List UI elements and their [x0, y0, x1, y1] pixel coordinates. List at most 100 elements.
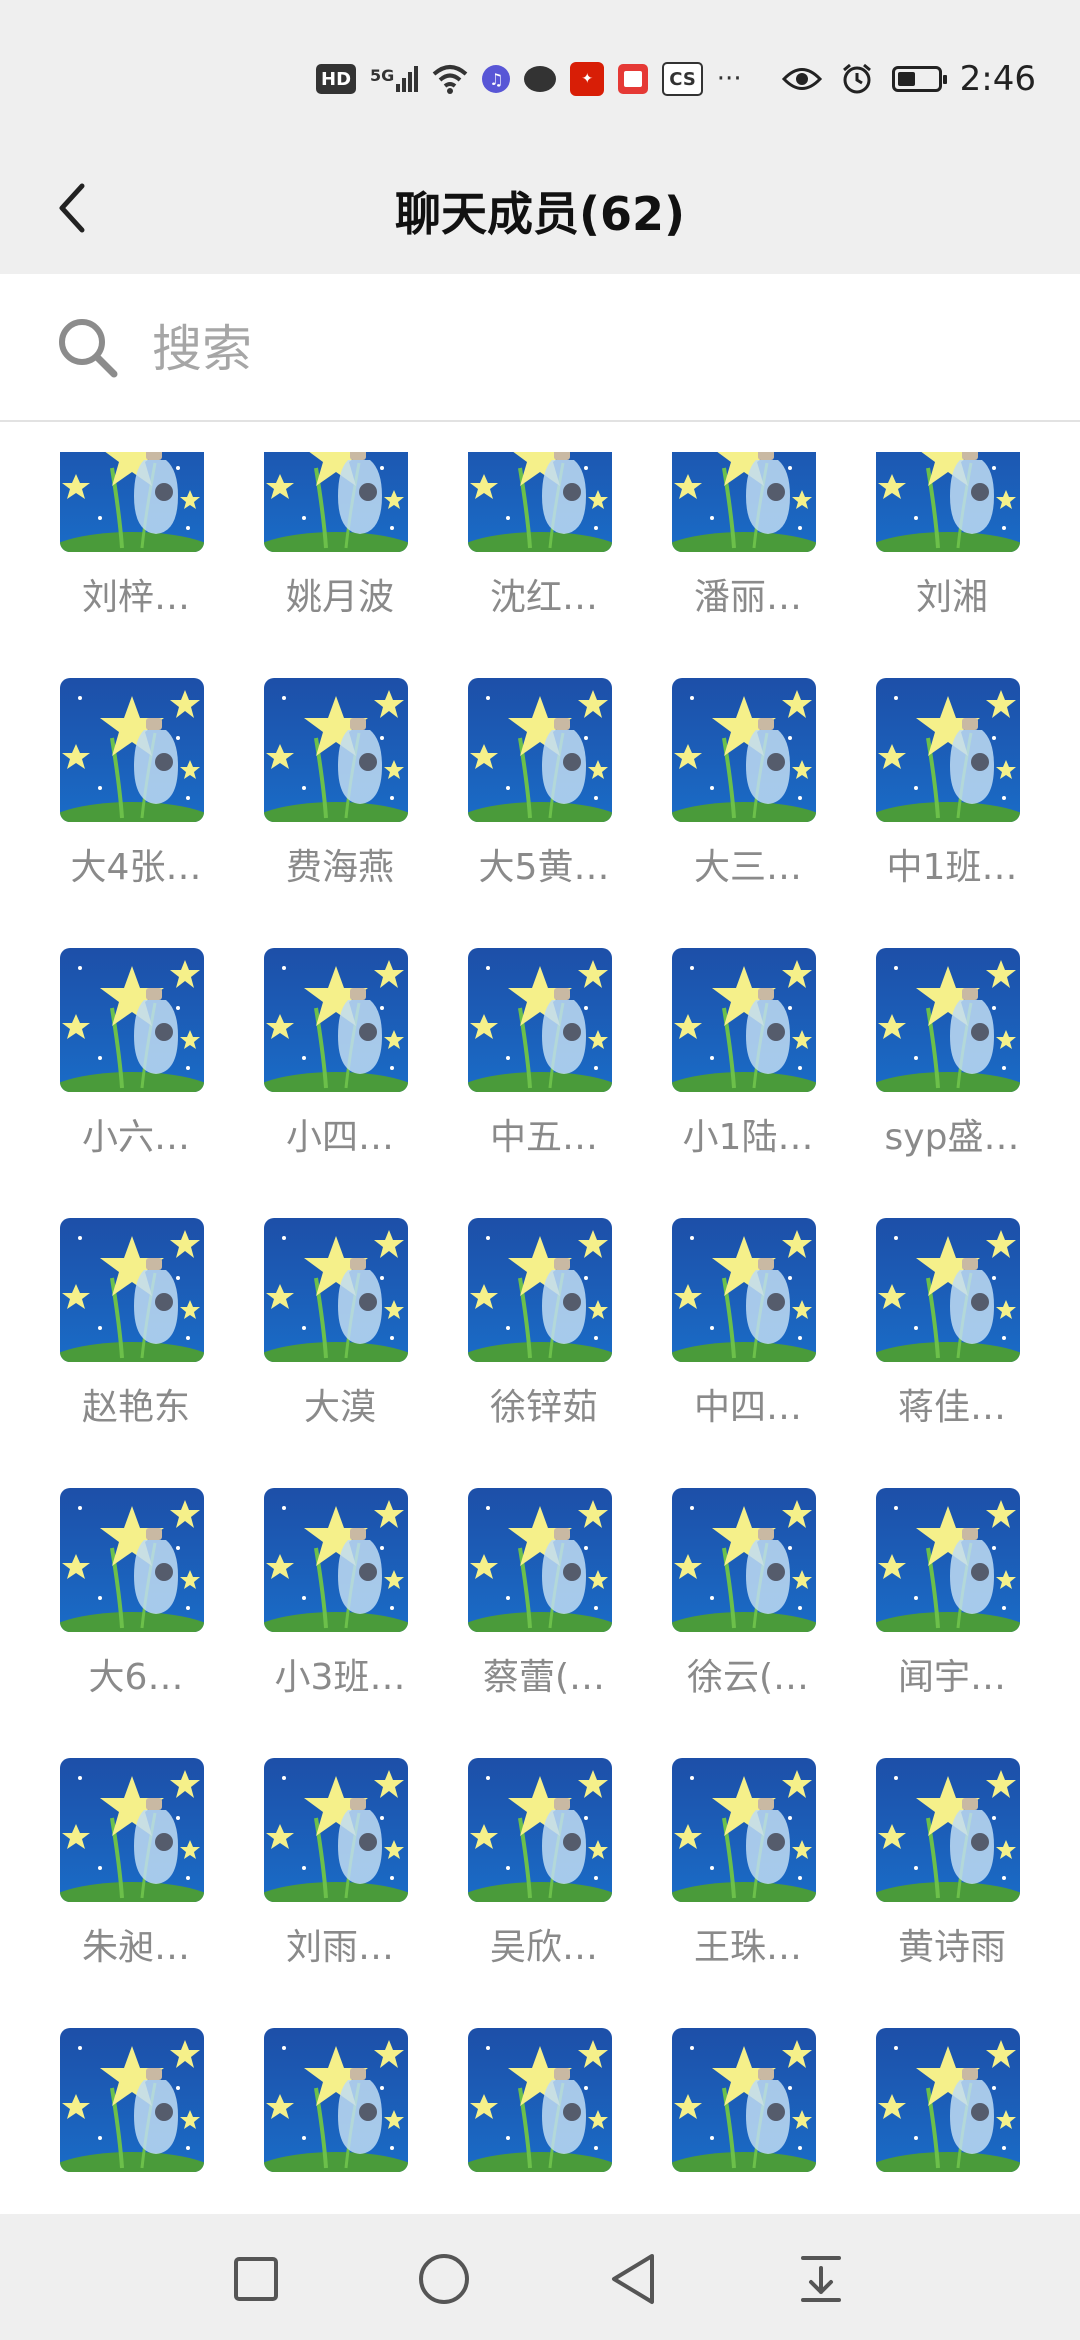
member-item[interactable]: 王珠…: [646, 1758, 850, 2018]
system-nav-bar: [0, 2214, 1080, 2340]
member-item[interactable]: 徐云(…: [646, 1488, 850, 1748]
member-item[interactable]: 蔡蕾(…: [442, 1488, 646, 1748]
member-avatar: [468, 1758, 612, 1902]
member-name: 大5黄…: [478, 847, 610, 888]
square-icon: [234, 2257, 278, 2301]
hd-icon: HD: [316, 64, 357, 94]
member-item[interactable]: 中四…: [646, 1218, 850, 1478]
member-item[interactable]: 中1班…: [850, 678, 1054, 938]
member-item[interactable]: syp盛…: [850, 948, 1054, 1208]
member-avatar: [672, 678, 816, 822]
member-name: syp盛…: [884, 1117, 1020, 1158]
member-name: 刘湘: [915, 577, 988, 618]
eye-icon: [781, 68, 822, 90]
back-nav-button[interactable]: [598, 2244, 668, 2314]
search-icon: [59, 319, 118, 378]
more-notifications-icon: ···: [716, 64, 742, 94]
member-name: 黄诗雨: [897, 1927, 1006, 1968]
member-avatar: [468, 678, 612, 822]
member-name: 小六…: [81, 1117, 190, 1158]
member-avatar: [264, 1758, 408, 1902]
member-item[interactable]: [34, 2028, 238, 2214]
member-item[interactable]: 刘梓…: [34, 452, 238, 668]
member-avatar: [468, 948, 612, 1092]
member-name: 徐云(…: [686, 1657, 810, 1698]
app-header: 聊天成员(62): [0, 150, 1080, 274]
status-icons-right: 2:46: [781, 56, 1036, 102]
member-avatar: [60, 452, 204, 552]
study-app-icon: ✦: [570, 62, 605, 96]
member-avatar: [876, 1488, 1020, 1632]
member-item[interactable]: 吴欣…: [442, 1758, 646, 2018]
member-item[interactable]: 潘丽…: [646, 452, 850, 668]
member-avatar: [60, 1758, 204, 1902]
member-avatar: [876, 1218, 1020, 1362]
member-item[interactable]: 大4张…: [34, 678, 238, 938]
member-name: 蔡蕾(…: [482, 1657, 606, 1698]
member-name: 姚月波: [285, 577, 394, 618]
page-title: 聊天成员(62): [394, 187, 686, 241]
member-item[interactable]: 蒋佳…: [850, 1218, 1054, 1478]
member-item[interactable]: [238, 2028, 442, 2214]
member-item[interactable]: 大三…: [646, 678, 850, 938]
search-bar: [0, 274, 1080, 422]
wifi-icon: [432, 65, 468, 94]
member-avatar: [60, 1218, 204, 1362]
member-name: 潘丽…: [693, 577, 802, 618]
chat-bubble-icon: [524, 66, 557, 92]
search-input[interactable]: [150, 310, 1014, 388]
member-item[interactable]: 刘湘: [850, 452, 1054, 668]
member-avatar: [264, 1218, 408, 1362]
member-avatar: [876, 678, 1020, 822]
member-item[interactable]: 费海燕: [238, 678, 442, 938]
home-button[interactable]: [409, 2244, 479, 2314]
circle-home-icon: [419, 2254, 469, 2304]
member-item[interactable]: [646, 2028, 850, 2214]
member-avatar: [264, 948, 408, 1092]
battery-icon: [891, 66, 947, 92]
member-name: 大4张…: [70, 847, 202, 888]
member-item[interactable]: [850, 2028, 1054, 2214]
member-name: 刘雨…: [285, 1927, 394, 1968]
download-tray-icon: [801, 2256, 841, 2302]
member-item[interactable]: 徐锌茹: [442, 1218, 646, 1478]
member-avatar: [264, 1488, 408, 1632]
member-item[interactable]: 闻宇…: [850, 1488, 1054, 1748]
member-item[interactable]: 赵艳东: [34, 1218, 238, 1478]
member-name: 吴欣…: [489, 1927, 598, 1968]
member-item[interactable]: [442, 2028, 646, 2214]
member-name: 朱昶…: [81, 1927, 190, 1968]
member-item[interactable]: 小3班…: [238, 1488, 442, 1748]
cs-app-icon: CS: [662, 62, 703, 96]
member-grid: 刘梓… 姚月波 沈红… 潘丽… 刘湘 大4张… 费海燕 大5黄… 大三… 中1班…: [0, 452, 1080, 2214]
member-avatar: [468, 1488, 612, 1632]
recents-button[interactable]: [221, 2244, 291, 2314]
status-icons-left: HD 5G ♫ ✦ CS ···: [316, 58, 742, 100]
member-name: 中五…: [489, 1117, 598, 1158]
member-item[interactable]: 小1陆…: [646, 948, 850, 1208]
member-name: 费海燕: [285, 847, 394, 888]
member-avatar: [264, 2028, 408, 2172]
member-name: 刘梓…: [81, 577, 190, 618]
member-avatar: [672, 1488, 816, 1632]
member-item[interactable]: 刘雨…: [238, 1758, 442, 2018]
member-item[interactable]: 黄诗雨: [850, 1758, 1054, 2018]
member-item[interactable]: 中五…: [442, 948, 646, 1208]
member-avatar: [672, 1758, 816, 1902]
notification-tray-button[interactable]: [786, 2244, 856, 2314]
member-avatar: [672, 948, 816, 1092]
member-avatar: [468, 1218, 612, 1362]
member-avatar: [876, 948, 1020, 1092]
member-item[interactable]: 小六…: [34, 948, 238, 1208]
member-avatar: [264, 678, 408, 822]
member-name: 小3班…: [274, 1657, 406, 1698]
member-item[interactable]: 大漠: [238, 1218, 442, 1478]
member-item[interactable]: 大6…: [34, 1488, 238, 1748]
member-name: 中1班…: [886, 847, 1018, 888]
member-item[interactable]: 沈红…: [442, 452, 646, 668]
member-item[interactable]: 大5黄…: [442, 678, 646, 938]
member-item[interactable]: 小四…: [238, 948, 442, 1208]
member-name: 小四…: [285, 1117, 394, 1158]
member-item[interactable]: 朱昶…: [34, 1758, 238, 2018]
member-item[interactable]: 姚月波: [238, 452, 442, 668]
